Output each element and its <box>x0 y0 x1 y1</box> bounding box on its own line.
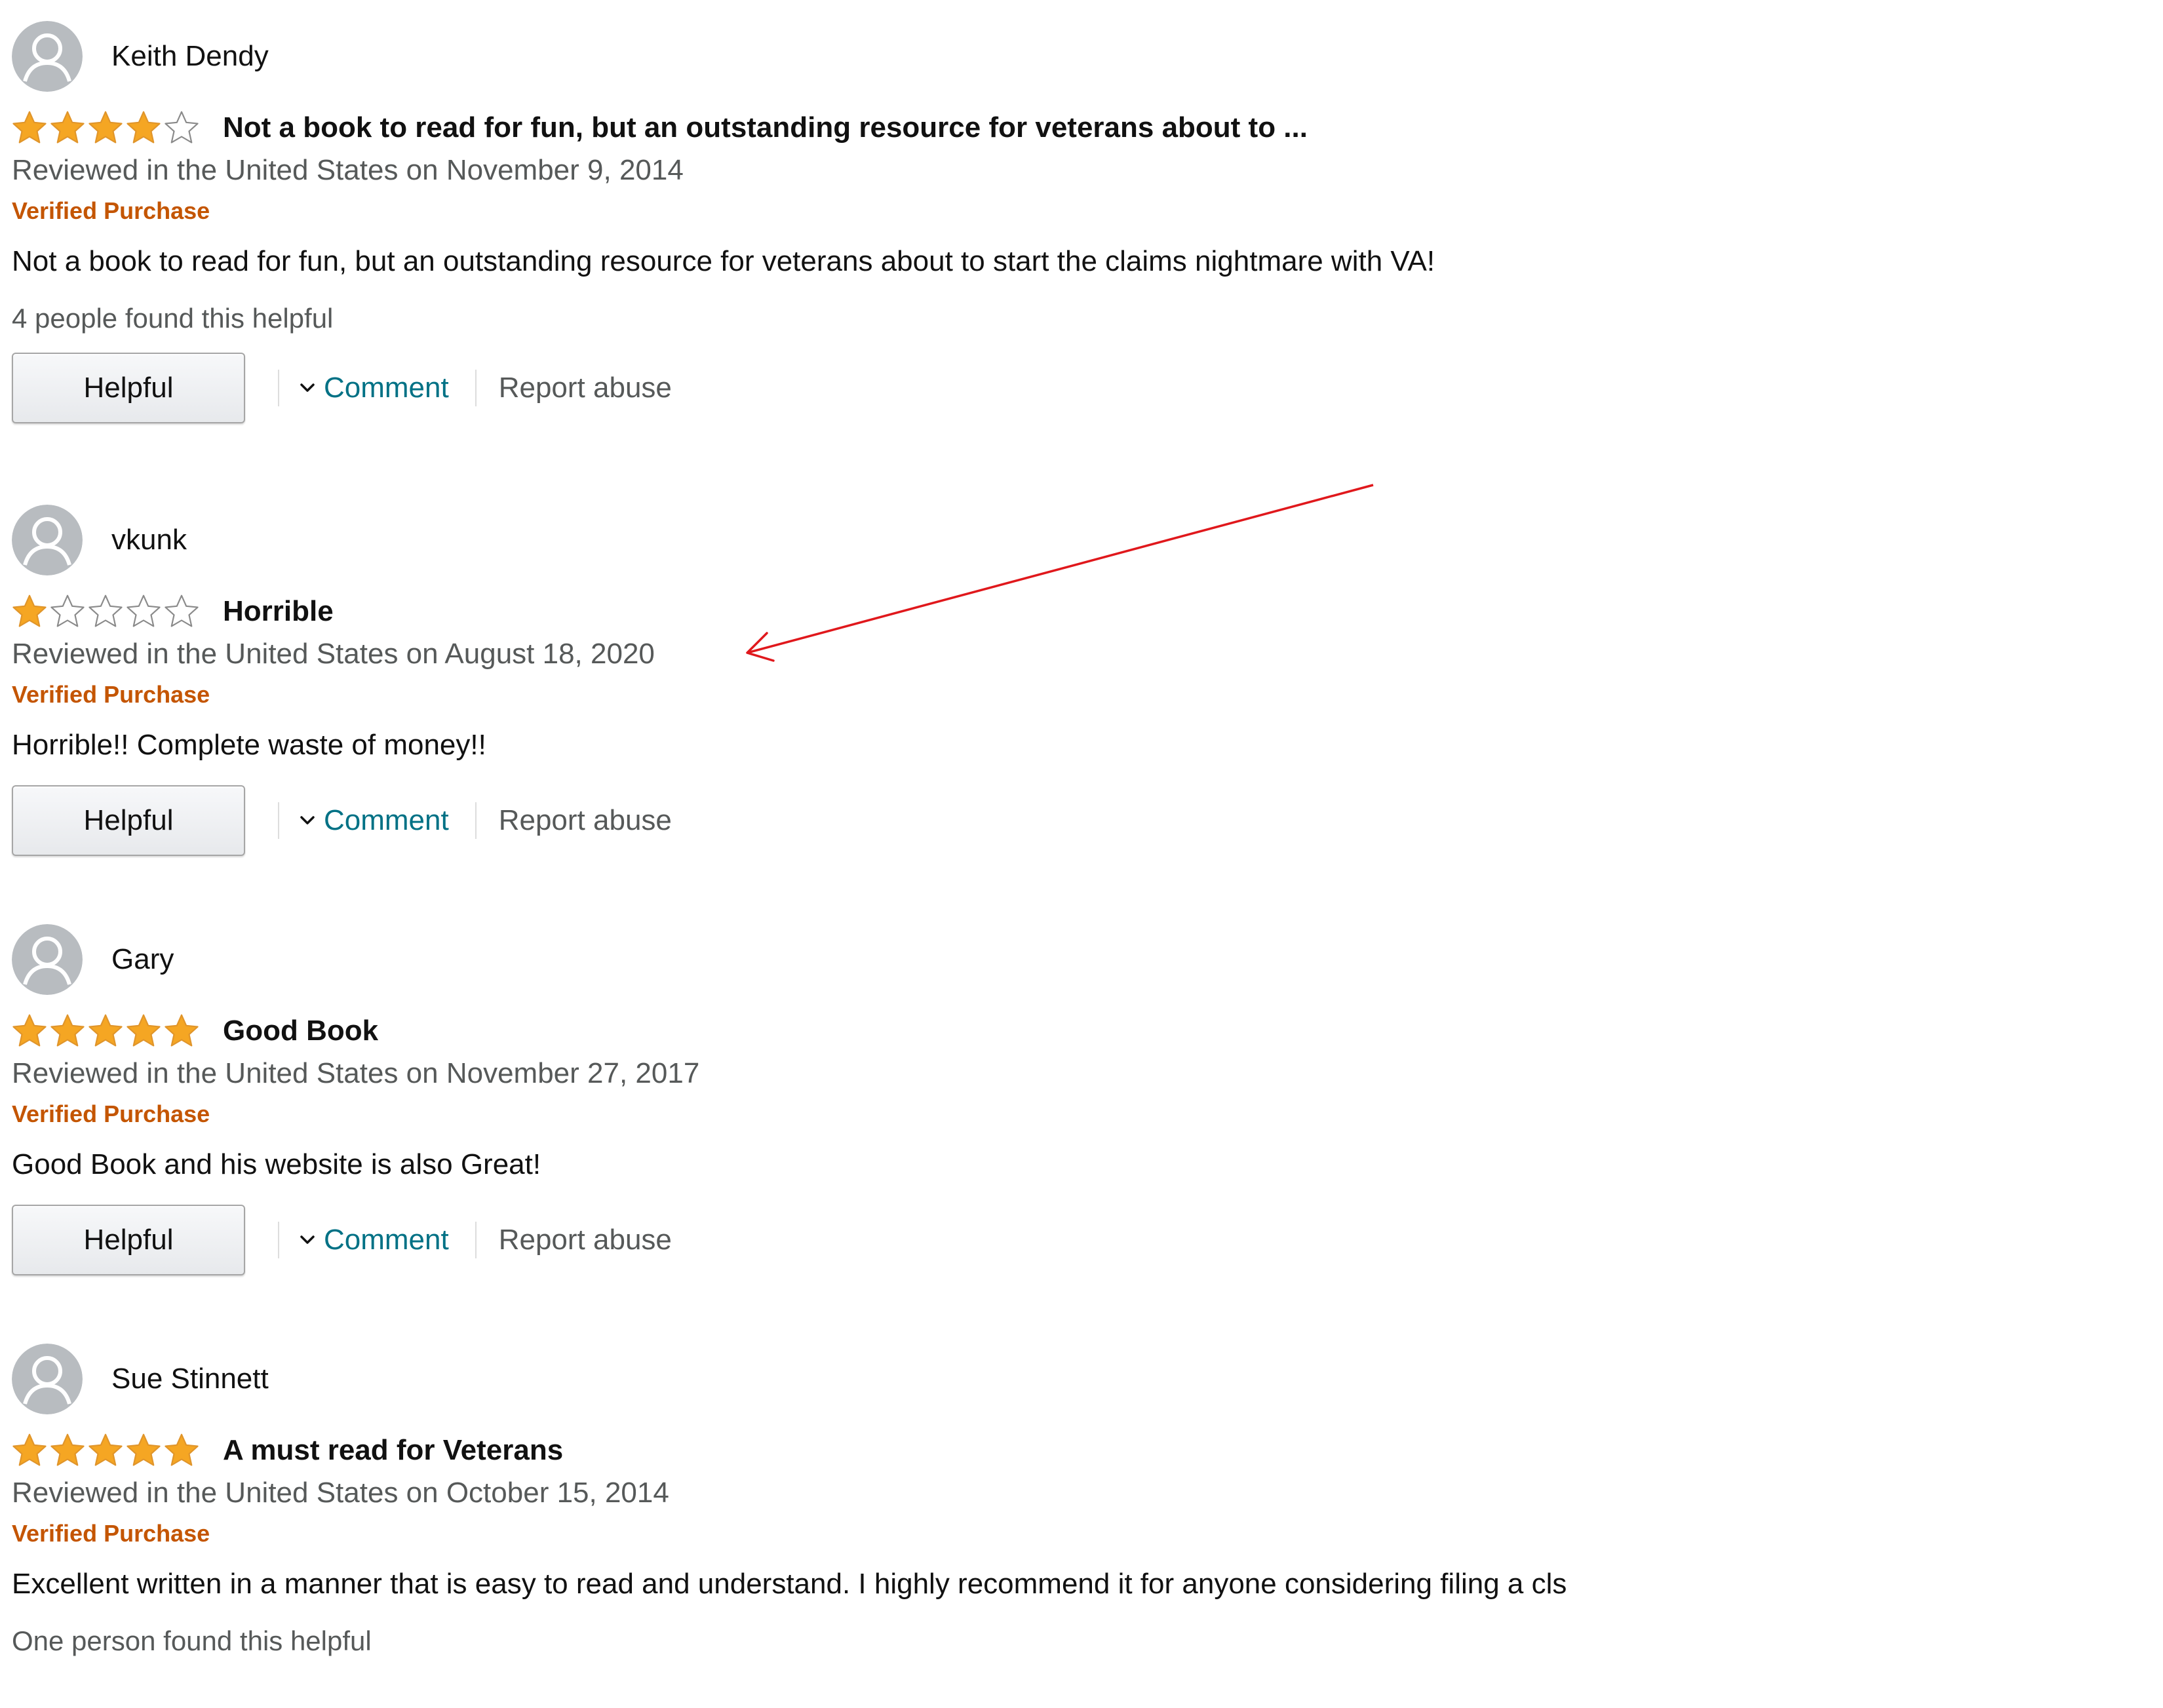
reviewer-name[interactable]: Gary <box>111 943 174 976</box>
reviewer-profile[interactable]: Keith Dendy <box>12 18 2109 94</box>
review-title[interactable]: Good Book <box>223 1015 378 1047</box>
review-title-row: Horrible <box>12 591 2109 632</box>
verified-purchase-badge[interactable]: Verified Purchase <box>12 1097 2109 1131</box>
comment-link[interactable]: Comment <box>299 372 449 404</box>
review-date: Reviewed in the United States on August … <box>12 638 655 670</box>
chevron-down-icon[interactable] <box>299 1234 316 1246</box>
review-actions: Helpful Comment Report abuse <box>12 351 2109 425</box>
report-abuse-link[interactable]: Report abuse <box>499 804 672 837</box>
chevron-down-icon[interactable] <box>299 382 316 394</box>
review-card: Sue Stinnett A must read for Veterans Revi… <box>12 1341 2109 1708</box>
review-title-row: Good Book <box>12 1011 2109 1051</box>
review-card: vkunk Horrible Reviewed in the United Stat… <box>12 502 2109 922</box>
review-actions: Helpful Comment Report abuse <box>12 784 2109 857</box>
reviewer-name[interactable]: Keith Dendy <box>111 40 269 73</box>
star-filled-icon <box>126 110 161 146</box>
comment-label[interactable]: Comment <box>324 1224 449 1256</box>
star-filled-icon <box>126 1013 161 1049</box>
verified-purchase-badge[interactable]: Verified Purchase <box>12 1517 2109 1551</box>
reviewer-name[interactable]: vkunk <box>111 524 187 556</box>
helpful-count: One person found this helpful <box>12 1625 372 1656</box>
star-filled-icon <box>126 1433 161 1468</box>
comment-label[interactable]: Comment <box>324 804 449 837</box>
review-title-row: Not a book to read for fun, but an outst… <box>12 107 2109 148</box>
reviews-list: Keith Dendy Not a book to read for fun, b… <box>12 18 2109 1708</box>
star-filled-icon <box>88 1433 123 1468</box>
star-rating[interactable] <box>12 1013 199 1049</box>
review-title-row: A must read for Veterans <box>12 1430 2109 1471</box>
action-divider <box>278 370 279 406</box>
comment-link[interactable]: Comment <box>299 1224 449 1256</box>
star-filled-icon <box>12 594 47 629</box>
star-empty-icon <box>88 594 123 629</box>
review-title[interactable]: Horrible <box>223 595 334 628</box>
star-filled-icon <box>164 1433 199 1468</box>
chevron-down-icon[interactable] <box>299 815 316 826</box>
action-divider <box>475 370 477 406</box>
star-rating[interactable] <box>12 110 199 146</box>
reviewer-profile[interactable]: Gary <box>12 922 2109 998</box>
reviewer-name[interactable]: Sue Stinnett <box>111 1363 269 1395</box>
comment-link[interactable]: Comment <box>299 804 449 837</box>
review-card: Keith Dendy Not a book to read for fun, b… <box>12 18 2109 502</box>
star-empty-icon <box>50 594 85 629</box>
action-divider <box>278 802 279 839</box>
avatar-icon[interactable] <box>12 21 83 92</box>
review-body: Excellent written in a manner that is ea… <box>12 1568 1567 1600</box>
star-rating[interactable] <box>12 594 199 629</box>
star-filled-icon <box>50 1013 85 1049</box>
avatar-icon[interactable] <box>12 1344 83 1414</box>
review-title[interactable]: A must read for Veterans <box>223 1434 563 1467</box>
review-actions: Helpful Comment Report abuse <box>12 1203 2109 1277</box>
helpful-button[interactable]: Helpful <box>12 1205 245 1275</box>
star-filled-icon <box>50 110 85 146</box>
review-body: Good Book and his website is also Great! <box>12 1148 541 1180</box>
star-filled-icon <box>164 1013 199 1049</box>
star-filled-icon <box>88 110 123 146</box>
star-filled-icon <box>12 1013 47 1049</box>
report-abuse-link[interactable]: Report abuse <box>499 372 672 404</box>
star-empty-icon <box>126 594 161 629</box>
action-divider <box>475 1222 477 1258</box>
star-filled-icon <box>50 1433 85 1468</box>
star-filled-icon <box>88 1013 123 1049</box>
star-empty-icon <box>164 594 199 629</box>
review-date: Reviewed in the United States on October… <box>12 1477 669 1509</box>
review-date: Reviewed in the United States on Novembe… <box>12 1057 700 1089</box>
star-filled-icon <box>12 110 47 146</box>
avatar-icon[interactable] <box>12 924 83 995</box>
helpful-count: 4 people found this helpful <box>12 303 334 334</box>
review-body: Not a book to read for fun, but an outst… <box>12 245 1435 277</box>
reviewer-profile[interactable]: Sue Stinnett <box>12 1341 2109 1417</box>
action-divider <box>278 1222 279 1258</box>
star-rating[interactable] <box>12 1433 199 1468</box>
review-body: Horrible!! Complete waste of money!! <box>12 729 486 761</box>
star-empty-icon <box>164 110 199 146</box>
avatar-icon[interactable] <box>12 505 83 575</box>
star-filled-icon <box>12 1433 47 1468</box>
verified-purchase-badge[interactable]: Verified Purchase <box>12 194 2109 228</box>
review-title[interactable]: Not a book to read for fun, but an outst… <box>223 111 1308 144</box>
review-date: Reviewed in the United States on Novembe… <box>12 154 684 186</box>
comment-label[interactable]: Comment <box>324 372 449 404</box>
review-card: Gary Good Book Reviewed in the United Stat… <box>12 922 2109 1341</box>
helpful-button[interactable]: Helpful <box>12 353 245 423</box>
reviewer-profile[interactable]: vkunk <box>12 502 2109 578</box>
helpful-button[interactable]: Helpful <box>12 785 245 856</box>
verified-purchase-badge[interactable]: Verified Purchase <box>12 678 2109 712</box>
action-divider <box>475 802 477 839</box>
report-abuse-link[interactable]: Report abuse <box>499 1224 672 1256</box>
